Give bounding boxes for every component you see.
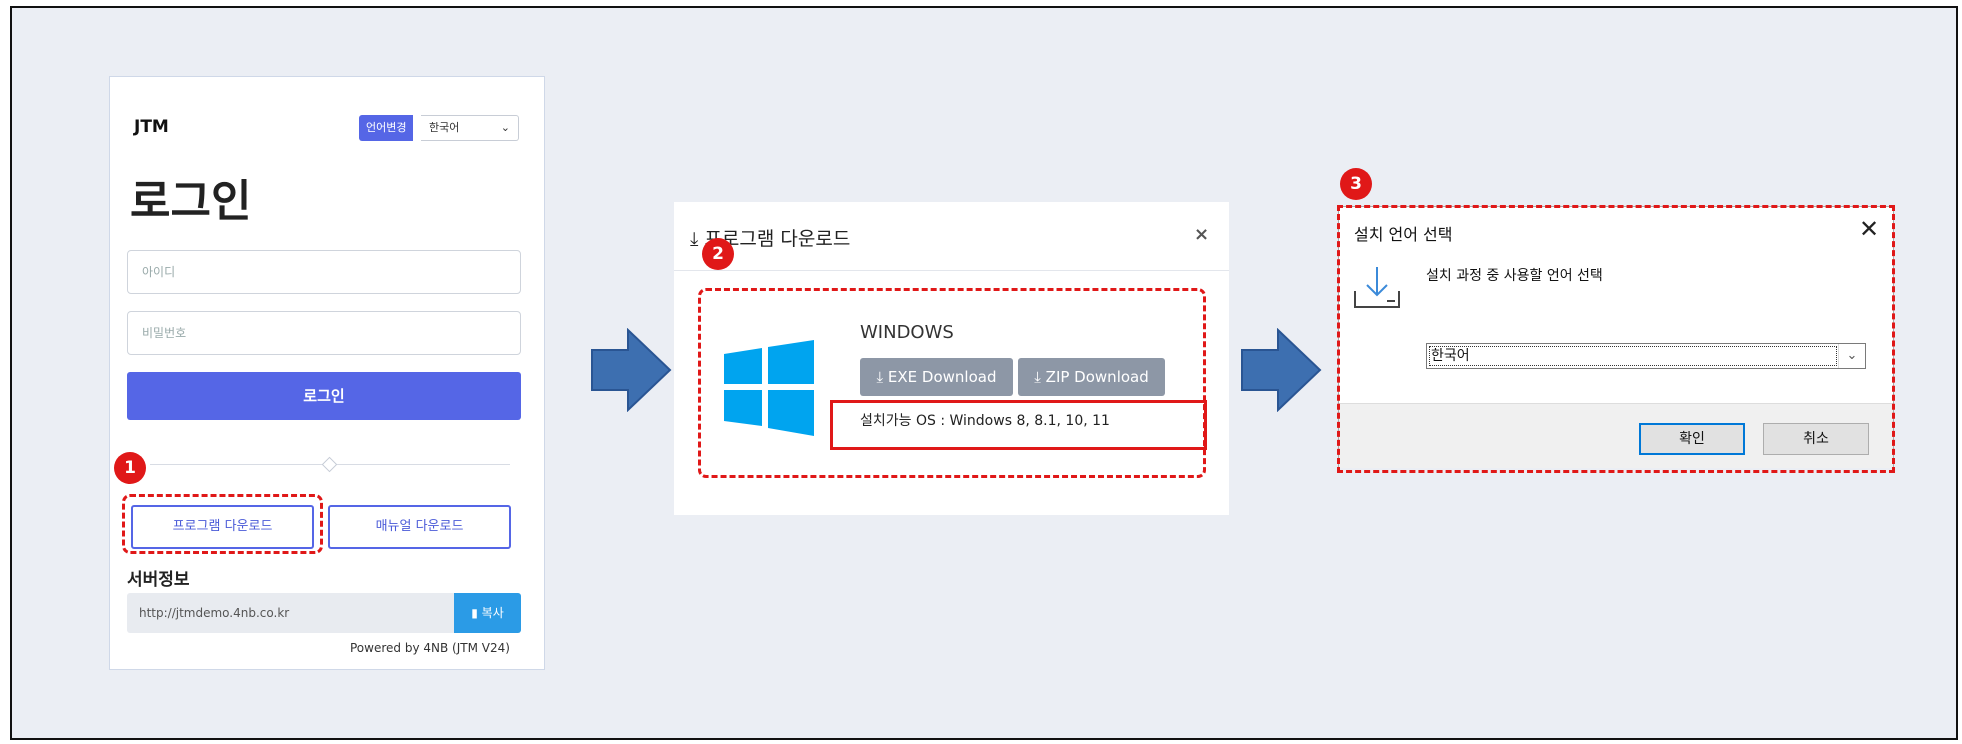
language-change-button[interactable]: 언어변경 xyxy=(359,115,414,141)
step-badge-1: 1 xyxy=(114,452,146,484)
manual-download-button[interactable]: 매뉴얼 다운로드 xyxy=(328,505,511,549)
copy-icon: ▮ xyxy=(471,606,478,620)
copy-button-label: 복사 xyxy=(481,606,504,620)
chevron-down-icon: ⌄ xyxy=(500,121,510,134)
highlight-box-1 xyxy=(122,494,323,554)
arrow-right-icon xyxy=(1241,328,1322,412)
language-select-value: 한국어 xyxy=(429,121,460,134)
brand-label: JTM xyxy=(134,117,169,137)
server-url-field[interactable]: http://jtmdemo.4nb.co.kr xyxy=(127,593,454,633)
screen: JTM 언어변경 한국어 ⌄ 로그인 아이디 비밀번호 로그인 프로그램 다운로… xyxy=(0,0,1962,744)
highlight-os-box xyxy=(830,400,1207,450)
powered-by-text: Powered by 4NB (JTM V24) xyxy=(350,641,510,655)
step-badge-3: 3 xyxy=(1340,168,1372,200)
server-info-label: 서버정보 xyxy=(127,570,190,590)
highlight-box-3 xyxy=(1337,205,1895,473)
divider-diamond-icon xyxy=(321,456,338,473)
id-input[interactable]: 아이디 xyxy=(127,250,521,294)
download-icon: ⤓ xyxy=(690,228,699,250)
page-title: 로그인 xyxy=(130,176,252,227)
copy-button[interactable]: ▮ 복사 xyxy=(454,593,521,633)
language-select[interactable]: 한국어 ⌄ xyxy=(421,115,519,141)
arrow-right-icon xyxy=(591,328,672,412)
password-input[interactable]: 비밀번호 xyxy=(127,311,521,355)
step-badge-2: 2 xyxy=(702,238,734,270)
login-panel: JTM 언어변경 한국어 ⌄ 로그인 아이디 비밀번호 로그인 프로그램 다운로… xyxy=(109,76,545,670)
dialog-close-button[interactable]: × xyxy=(1194,224,1209,245)
login-button[interactable]: 로그인 xyxy=(127,372,521,420)
